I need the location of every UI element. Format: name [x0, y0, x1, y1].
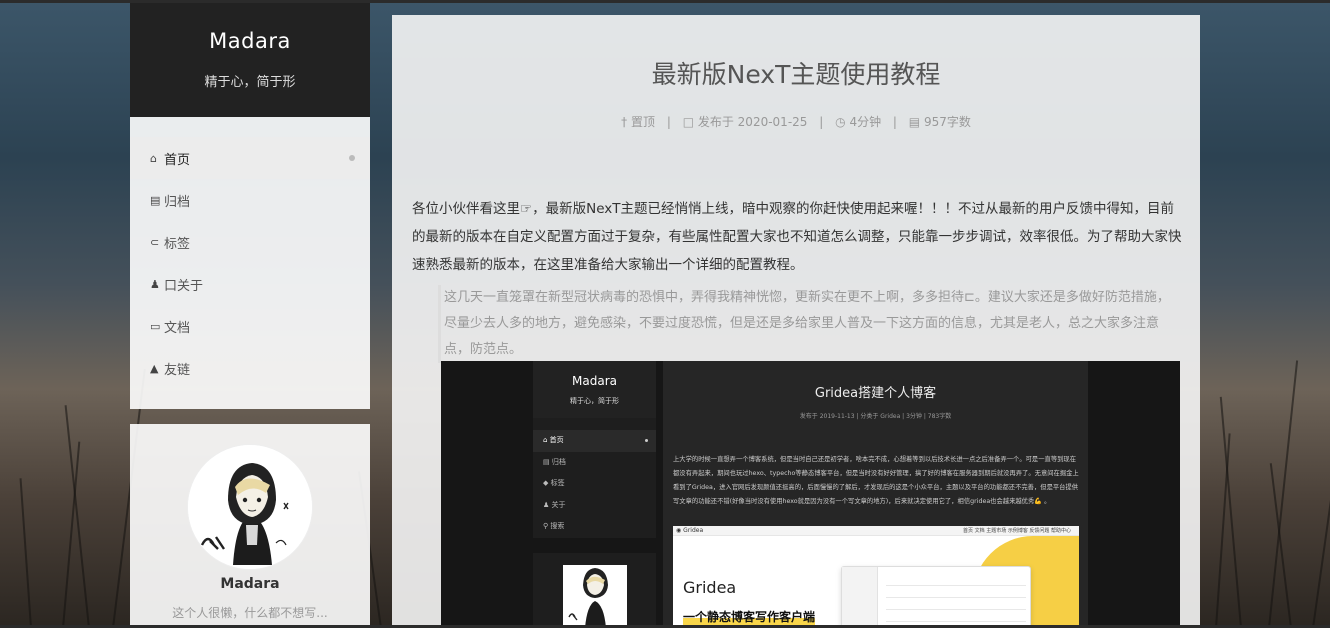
embedded-app-row	[886, 585, 1026, 586]
tags-icon: ⊂	[150, 235, 160, 249]
post-word-count: 957字数	[923, 115, 971, 129]
embedded-gridea-tagline: 一个静态博客写作客户端	[683, 608, 816, 625]
embedded-author-card	[533, 553, 656, 628]
menu-item-label: 首页	[164, 152, 191, 168]
post-pin-label: 置顶	[630, 115, 655, 129]
embedded-post: Gridea搭建个人博客 发布于 2019-11-13 | 分类于 Gridea…	[663, 361, 1088, 628]
grass-stroke	[64, 405, 90, 628]
file-icon: ▤	[908, 115, 921, 129]
gridea-logo-icon: ◉	[676, 527, 682, 534]
menu-item-label: 口关于	[164, 278, 204, 294]
menu-item-about[interactable]: ♟ 口关于	[130, 263, 370, 305]
post-blockquote: 这几天一直笼罩在新型冠状病毒的恐惧中，弄得我精神恍惚，更新实在更不上啊，多多担待…	[438, 285, 1182, 363]
menu-item-label: 友链	[164, 362, 191, 378]
embedded-post-title: Gridea搭建个人博客	[814, 386, 937, 401]
embedded-gridea-app-name: Gridea	[683, 527, 704, 534]
embedded-post-body: 上大学的时候一直想弄一个博客系统，但是当时自己还是初学者，啥本完不成，心想着等到…	[673, 456, 1079, 505]
embedded-menu-label: 关于	[551, 500, 566, 509]
embedded-menu-item: ◆ 标签	[543, 479, 565, 487]
embedded-menu-item: ⚲ 搜索	[543, 522, 565, 530]
embedded-app-row	[886, 597, 1026, 598]
author-name: Madara	[220, 576, 280, 592]
embedded-gridea-nav: 首页 文档 主题市场 示例博客 反馈问题 帮助中心	[963, 528, 1071, 534]
embedded-menu-label: 归档	[551, 457, 566, 466]
site-title[interactable]: Madara	[130, 3, 370, 53]
grass-stroke	[19, 478, 32, 628]
home-icon: ⌂	[150, 151, 157, 165]
sidebar-menu: ⌂ 首页 ▤ 归档 ⊂ 标签 ♟ 口关于 ▭ 文档 ▲ 友链	[130, 117, 370, 409]
embedded-screenshot: Madara 精于心，简于形 ⌂ 首页 ▤ 归档 ◆ 标签 ♟ 关于 ⚲ 搜索	[441, 361, 1180, 628]
grass-stroke	[1269, 463, 1292, 628]
embedded-menu-item: ♟ 关于	[543, 500, 566, 509]
menu-item-docs[interactable]: ▭ 文档	[130, 305, 370, 347]
embedded-gridea-screenshot: ◉ Gridea 首页 文档 主题市场 示例博客 反馈问题 帮助中心 Gride…	[673, 526, 1079, 628]
embedded-active-dot	[645, 439, 648, 442]
post-read-time: 4分钟	[849, 115, 882, 129]
post-title[interactable]: 最新版NexT主题使用教程	[392, 55, 1200, 91]
menu-item-links[interactable]: ▲ 友链	[130, 347, 370, 389]
avatar[interactable]	[187, 444, 313, 570]
embedded-gridea-navbar: ◉ Gridea 首页 文档 主题市场 示例博客 反馈问题 帮助中心	[673, 526, 1079, 536]
embedded-post-meta: 发布于 2019-11-13 | 分类于 Gridea | 3分钟 | 783字…	[799, 413, 952, 420]
embedded-menu-label: 首页	[549, 436, 564, 444]
embedded-avatar	[563, 565, 627, 628]
active-indicator-dot	[349, 155, 355, 161]
post-date: 发布于 2020-01-25	[697, 115, 808, 129]
meta-separator: |	[819, 115, 824, 129]
meta-separator: |	[892, 115, 897, 129]
book-icon: ▭	[150, 319, 161, 333]
post-card: 最新版NexT主题使用教程 † 置顶 | □ 发布于 2020-01-25 | …	[392, 15, 1200, 628]
site-brand: Madara 精于心，简于形	[130, 3, 370, 117]
menu-item-home[interactable]: ⌂ 首页	[130, 137, 370, 179]
embedded-app-row	[886, 621, 1026, 622]
embedded-menu: ⌂ 首页 ▤ 归档 ◆ 标签 ♟ 关于 ⚲ 搜索	[533, 418, 656, 538]
embedded-app-window	[841, 566, 1031, 628]
menu-item-label: 文档	[164, 320, 191, 336]
clock-icon: ◷	[835, 115, 846, 129]
post-paragraph: 各位小伙伴看这里☞，最新版NexT主题已经悄悄上线，暗中观察的你赶快使用起来喔！…	[412, 201, 1182, 273]
embedded-app-row	[886, 609, 1026, 610]
grass-stroke	[1312, 426, 1330, 628]
meta-separator: |	[666, 115, 671, 129]
embedded-site-subtitle: 精于心，简于形	[570, 397, 619, 405]
link-icon: ▲	[150, 361, 159, 375]
embedded-menu-label: 搜索	[550, 522, 565, 530]
menu-item-label: 归档	[164, 194, 191, 210]
embedded-brand: Madara 精于心，简于形	[533, 361, 656, 418]
archive-icon: ▤	[150, 193, 161, 207]
menu-item-label: 标签	[164, 236, 191, 252]
post-meta: † 置顶 | □ 发布于 2020-01-25 | ◷ 4分钟 | ▤ 957字…	[392, 113, 1200, 130]
menu-item-tags[interactable]: ⊂ 标签	[130, 221, 370, 263]
calendar-icon: □	[682, 115, 695, 129]
embedded-avatar-illustration	[563, 565, 627, 628]
grass-stroke	[1268, 360, 1299, 628]
grass-stroke	[1215, 433, 1231, 628]
author-description: 这个人很懒，什么都不想写...	[172, 606, 328, 620]
embedded-site-title: Madara	[572, 374, 617, 388]
site-subtitle: 精于心，简于形	[204, 75, 296, 90]
embedded-menu-label: 标签	[550, 479, 565, 487]
author-card: Madara 这个人很懒，什么都不想写...	[130, 424, 370, 628]
embedded-app-sidebar	[842, 567, 878, 628]
user-icon: ♟	[150, 277, 160, 291]
embedded-gridea-heading: Gridea	[683, 578, 737, 597]
pin-icon: †	[621, 115, 628, 129]
embedded-menu-item: ⌂ 首页	[533, 430, 656, 452]
avatar-illustration	[188, 445, 312, 569]
menu-item-archive[interactable]: ▤ 归档	[130, 179, 370, 221]
embedded-menu-item: ▤ 归档	[543, 457, 566, 466]
